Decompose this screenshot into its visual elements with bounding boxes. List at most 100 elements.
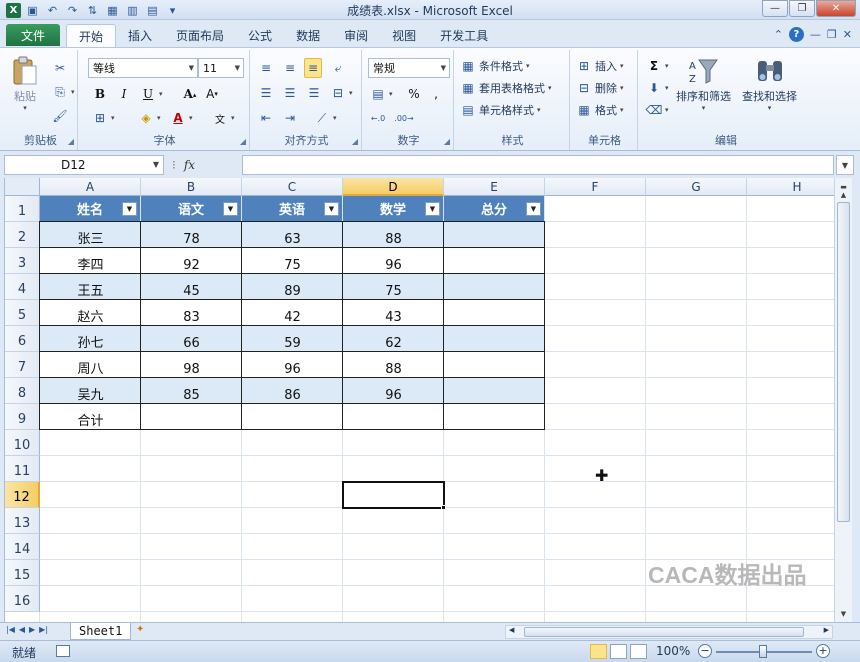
underline-button[interactable]: U ▾ xyxy=(140,84,163,104)
table-header-cell[interactable]: 数学 ▼ xyxy=(343,196,443,221)
table-cell[interactable]: 98 xyxy=(141,352,242,378)
table-cell[interactable]: 78 xyxy=(141,222,242,248)
workbook-restore-icon[interactable]: ❐ xyxy=(827,28,837,41)
tab-developer[interactable]: 开发工具 xyxy=(428,24,500,47)
row-header-7[interactable]: 7 xyxy=(5,352,40,378)
tab-view[interactable]: 视图 xyxy=(380,24,428,47)
format-as-table-button[interactable]: ▦ 套用表格格式 ▾ xyxy=(460,78,551,98)
scroll-up-icon[interactable]: ▲ xyxy=(837,188,850,201)
align-bottom-button[interactable]: ≡ xyxy=(304,58,322,78)
row-header-11[interactable]: 11 xyxy=(5,456,40,482)
row-header-6[interactable]: 6 xyxy=(5,326,40,352)
alignment-launcher-icon[interactable]: ◢ xyxy=(352,137,358,146)
number-format-combo[interactable]: 常规 ▼ xyxy=(368,58,450,78)
table-cell[interactable]: 李四 xyxy=(40,248,141,274)
format-painter-button[interactable]: 🖌 xyxy=(52,106,68,126)
currency-button[interactable]: ▤ ▾ xyxy=(370,84,392,104)
horizontal-scroll-thumb[interactable] xyxy=(524,627,804,637)
table-cell[interactable]: 周八 xyxy=(40,352,141,378)
row-header-2[interactable]: 2 xyxy=(5,222,40,248)
column-header-f[interactable]: F xyxy=(545,178,646,196)
fill-handle[interactable] xyxy=(441,505,446,510)
worksheet-grid[interactable]: A B C D E F G H 1 2 3 4 5 6 7 8 9 10 11 12 13 14 15 16 姓名 ▼ 语文 ▼ 英语 ▼… xyxy=(4,178,834,622)
conditional-formatting-button[interactable]: ▦ 条件格式 ▾ xyxy=(460,56,529,76)
expand-formula-bar-icon[interactable]: ▼ xyxy=(836,155,854,175)
font-color-button[interactable]: A ▾ xyxy=(170,108,192,128)
column-header-c[interactable]: C xyxy=(242,178,343,196)
table-cell[interactable]: 赵六 xyxy=(40,300,141,326)
format-cells-button[interactable]: ▦ 格式 ▾ xyxy=(576,100,623,120)
bold-button[interactable]: B xyxy=(92,84,108,104)
wrap-text-button[interactable]: ⤶ xyxy=(330,58,346,78)
filter-dropdown-icon[interactable]: ▼ xyxy=(526,202,541,216)
table-cell[interactable]: 孙七 xyxy=(40,326,141,352)
copy-button[interactable]: ⎘ ▾ xyxy=(52,82,74,102)
tab-page-layout[interactable]: 页面布局 xyxy=(164,24,236,47)
macro-record-icon[interactable] xyxy=(56,645,70,657)
last-sheet-icon[interactable]: ▶| xyxy=(39,625,48,634)
tab-data[interactable]: 数据 xyxy=(284,24,332,47)
cut-button[interactable]: ✂ xyxy=(52,58,68,78)
page-break-view-button[interactable] xyxy=(630,644,647,659)
comma-button[interactable]: , xyxy=(428,84,444,104)
table-cell[interactable]: 88 xyxy=(343,222,444,248)
table-header-cell[interactable]: 语文 ▼ xyxy=(141,196,241,221)
sheet-tab-sheet1[interactable]: Sheet1 xyxy=(70,623,132,640)
table-cell[interactable]: 83 xyxy=(141,300,242,326)
table-cell[interactable]: 63 xyxy=(242,222,343,248)
paste-dropdown-icon[interactable]: ▾ xyxy=(23,104,27,112)
row-header-16[interactable]: 16 xyxy=(5,586,40,612)
total-row-cell[interactable] xyxy=(343,404,444,430)
tab-insert[interactable]: 插入 xyxy=(116,24,164,47)
table-cell[interactable]: 43 xyxy=(343,300,444,326)
align-center-button[interactable]: ☰ xyxy=(282,83,298,103)
table-cell[interactable] xyxy=(444,248,545,274)
increase-indent-button[interactable]: ⇥ xyxy=(282,108,298,128)
font-size-combo[interactable]: 11 ▼ xyxy=(198,58,244,78)
table-cell[interactable] xyxy=(444,352,545,378)
table-cell[interactable]: 42 xyxy=(242,300,343,326)
select-all-button[interactable] xyxy=(5,178,40,196)
row-header-8[interactable]: 8 xyxy=(5,378,40,404)
tab-file[interactable]: 文件 xyxy=(6,24,60,46)
table-cell[interactable] xyxy=(444,300,545,326)
autosum-button[interactable]: Σ ▾ xyxy=(646,56,669,76)
table-cell[interactable]: 62 xyxy=(343,326,444,352)
table-cell[interactable] xyxy=(444,222,545,248)
help-icon[interactable]: ? xyxy=(788,27,804,42)
total-row-cell[interactable] xyxy=(242,404,343,430)
horizontal-scrollbar[interactable]: ◀ ▶ xyxy=(505,625,833,639)
sort-filter-button[interactable]: AZ 排序和筛选 ▾ xyxy=(676,56,731,112)
orientation-button[interactable]: ⟋ ▾ xyxy=(314,108,337,128)
row-header-4[interactable]: 4 xyxy=(5,274,40,300)
vertical-scroll-thumb[interactable] xyxy=(837,202,850,522)
italic-button[interactable]: I xyxy=(116,84,132,104)
minimize-ribbon-icon[interactable]: ⌃ xyxy=(774,28,783,41)
table-cell[interactable]: 59 xyxy=(242,326,343,352)
table-cell[interactable]: 吴九 xyxy=(40,378,141,404)
table-cell[interactable]: 85 xyxy=(141,378,242,404)
table-cell[interactable]: 75 xyxy=(242,248,343,274)
zoom-slider-knob[interactable] xyxy=(759,645,767,658)
percent-button[interactable]: % xyxy=(406,84,422,104)
align-middle-button[interactable]: ≡ xyxy=(282,58,298,78)
row-header-13[interactable]: 13 xyxy=(5,508,40,534)
table-cell[interactable]: 92 xyxy=(141,248,242,274)
tab-formulas[interactable]: 公式 xyxy=(236,24,284,47)
filter-dropdown-icon[interactable]: ▼ xyxy=(324,202,339,216)
align-top-button[interactable]: ≡ xyxy=(258,58,274,78)
table-cell[interactable]: 王五 xyxy=(40,274,141,300)
paste-button[interactable]: 粘贴 ▾ xyxy=(10,56,40,112)
table-cell[interactable] xyxy=(444,274,545,300)
first-sheet-icon[interactable]: |◀ xyxy=(6,625,15,634)
table-cell[interactable]: 88 xyxy=(343,352,444,378)
table-cell[interactable] xyxy=(444,326,545,352)
restore-button[interactable]: ❐ xyxy=(789,0,815,17)
insert-function-icon[interactable]: fx xyxy=(184,158,195,172)
insert-sheet-icon[interactable]: ✦ xyxy=(136,624,152,638)
total-row-cell[interactable]: 合计 xyxy=(40,404,141,430)
filter-dropdown-icon[interactable]: ▼ xyxy=(425,202,440,216)
scroll-right-icon[interactable]: ▶ xyxy=(824,626,829,634)
find-select-button[interactable]: 查找和选择 ▾ xyxy=(742,56,797,112)
merge-center-button[interactable]: ⊟ ▾ xyxy=(330,83,353,103)
